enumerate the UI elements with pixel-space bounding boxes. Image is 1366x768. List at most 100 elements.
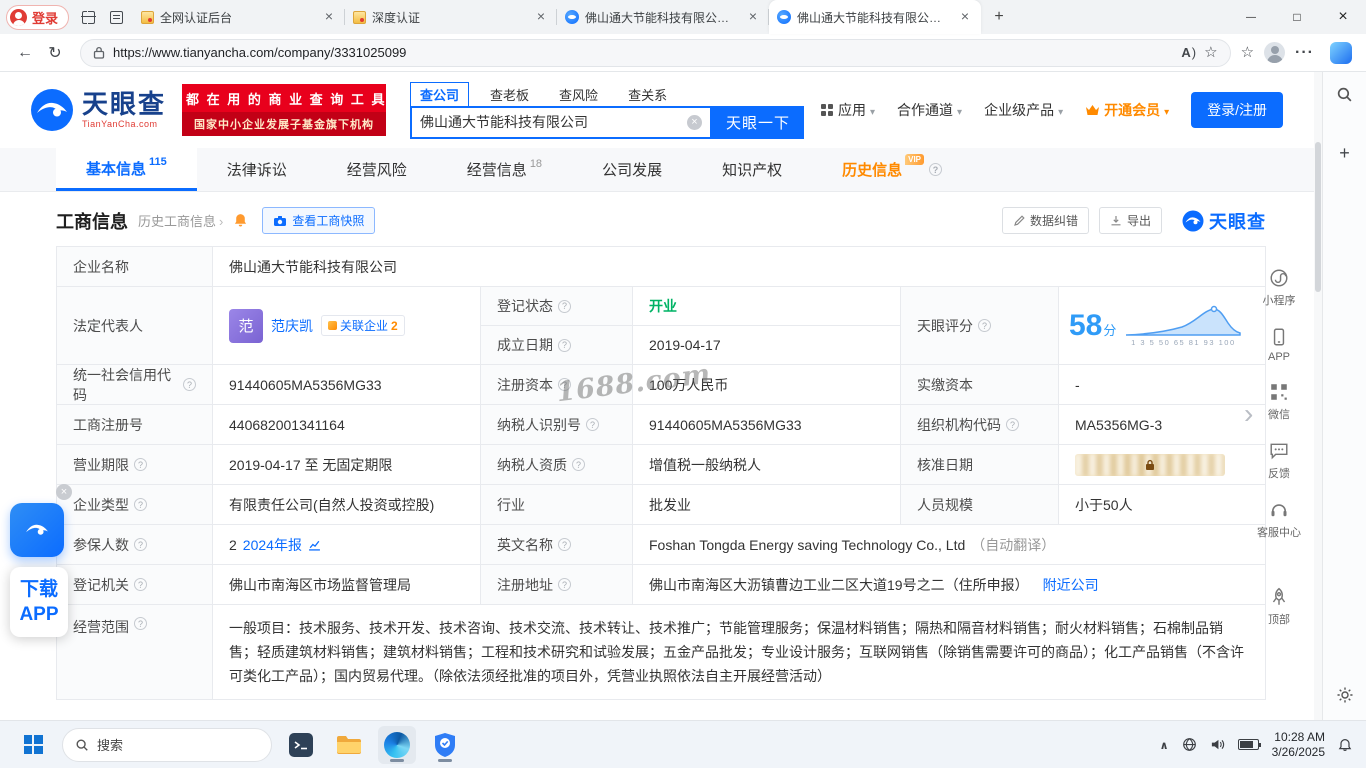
- browser-tab-1[interactable]: 全网认证后台: [133, 0, 346, 34]
- close-button[interactable]: [1320, 0, 1366, 34]
- new-tab-button[interactable]: [985, 3, 1013, 31]
- page-scrollbar[interactable]: [1314, 72, 1322, 720]
- back-button[interactable]: [10, 38, 40, 68]
- search-tab-relation[interactable]: 查关系: [619, 83, 676, 106]
- taskbar-app-edge[interactable]: [378, 725, 416, 764]
- help-icon[interactable]: [134, 617, 147, 630]
- help-icon[interactable]: [134, 498, 147, 511]
- data-correction-button[interactable]: 数据纠错: [1001, 207, 1089, 234]
- help-icon[interactable]: [558, 578, 571, 591]
- app-download-button[interactable]: APP: [1268, 327, 1290, 363]
- reload-button[interactable]: [40, 38, 70, 68]
- tab-actions-icon[interactable]: [103, 4, 129, 30]
- help-icon[interactable]: [1006, 418, 1019, 431]
- sidebar-settings-gear-icon[interactable]: [1336, 686, 1354, 704]
- tab-legal[interactable]: 法律诉讼: [197, 148, 317, 191]
- favorites-menu-icon[interactable]: [1241, 43, 1254, 62]
- network-globe-icon[interactable]: [1182, 737, 1197, 752]
- legal-rep-avatar[interactable]: 范: [229, 308, 263, 343]
- read-aloud-icon[interactable]: [1181, 45, 1196, 60]
- help-icon[interactable]: [183, 378, 196, 391]
- legal-rep-name-link[interactable]: 范庆凯: [271, 316, 313, 336]
- scrollbar-thumb[interactable]: [1315, 142, 1321, 292]
- volume-icon[interactable]: [1210, 737, 1225, 752]
- tab-close-icon[interactable]: [957, 9, 973, 25]
- history-biz-link[interactable]: 历史工商信息: [138, 211, 223, 230]
- tab-operation[interactable]: 经营信息 18: [437, 148, 572, 191]
- hidden-icons-chevron[interactable]: [1160, 736, 1169, 754]
- taskbar-app-file-explorer[interactable]: [330, 726, 368, 764]
- taskbar-search[interactable]: 搜索: [62, 727, 272, 762]
- help-icon[interactable]: [558, 538, 571, 551]
- tab-ip[interactable]: 知识产权: [692, 148, 812, 191]
- wechat-qr-button[interactable]: 微信: [1268, 382, 1290, 422]
- trend-chart-icon[interactable]: [308, 538, 321, 551]
- search-button[interactable]: 天眼一下: [712, 105, 805, 139]
- help-icon[interactable]: [558, 338, 571, 352]
- search-tab-risk[interactable]: 查风险: [550, 83, 607, 106]
- nav-apps[interactable]: 应用: [820, 100, 875, 120]
- taskbar-app-terminal[interactable]: [282, 726, 320, 764]
- table-next-chevron-icon[interactable]: [1244, 398, 1253, 430]
- favorite-star-icon[interactable]: [1204, 43, 1217, 62]
- maximize-button[interactable]: [1274, 0, 1320, 34]
- help-icon[interactable]: [558, 378, 571, 391]
- browser-tab-2[interactable]: 深度认证: [345, 0, 558, 34]
- tianyancha-logo[interactable]: 天眼查 TianYanCha.com: [30, 88, 166, 132]
- site-login-button[interactable]: 登录/注册: [1191, 92, 1284, 128]
- browser-tab-4-active[interactable]: 佛山通大节能科技有限公司 - 天眼: [769, 0, 982, 34]
- nav-vip[interactable]: 开通会员: [1085, 100, 1169, 120]
- sidebar-add-icon[interactable]: [1339, 143, 1350, 164]
- notification-bell-icon[interactable]: [1338, 738, 1352, 752]
- back-to-top-button[interactable]: 顶部: [1268, 587, 1290, 627]
- mini-program-button[interactable]: 小程序: [1263, 268, 1296, 308]
- copilot-icon[interactable]: [1330, 41, 1352, 64]
- tab-close-icon[interactable]: [745, 9, 761, 25]
- nav-enterprise[interactable]: 企业级产品: [984, 100, 1063, 120]
- help-icon[interactable]: [929, 163, 943, 176]
- taskbar-clock[interactable]: 10:28 AM 3/26/2025: [1272, 730, 1325, 760]
- clear-search-icon[interactable]: [687, 114, 703, 130]
- tab-basic-info[interactable]: 基本信息 115: [56, 148, 197, 191]
- close-widget-icon[interactable]: [56, 484, 72, 500]
- taskbar-app-security[interactable]: [426, 726, 464, 764]
- tab-close-icon[interactable]: [533, 9, 549, 25]
- value-tyc-score[interactable]: 58分 1 3 5 50 65 81 93 100: [1059, 287, 1266, 365]
- help-icon[interactable]: [134, 538, 147, 551]
- tab-development[interactable]: 公司发展: [572, 148, 692, 191]
- minimize-button[interactable]: [1228, 0, 1274, 34]
- search-tab-company[interactable]: 查公司: [410, 81, 470, 106]
- profile-icon[interactable]: [1264, 42, 1286, 63]
- help-icon[interactable]: [134, 578, 147, 591]
- browser-login-button[interactable]: 登录: [6, 4, 70, 30]
- help-icon[interactable]: [586, 418, 599, 431]
- address-bar[interactable]: https://www.tianyancha.com/company/33310…: [80, 38, 1231, 67]
- battery-icon[interactable]: [1237, 739, 1262, 750]
- tab-history[interactable]: 历史信息 VIP: [812, 148, 972, 191]
- help-icon[interactable]: [558, 299, 571, 313]
- download-app-button[interactable]: 下载 APP: [10, 567, 68, 637]
- sidebar-search-icon[interactable]: [1336, 86, 1353, 103]
- feedback-button[interactable]: 反馈: [1268, 441, 1290, 481]
- tab-close-icon[interactable]: [321, 9, 337, 25]
- nav-cooperation[interactable]: 合作通道: [897, 100, 962, 120]
- annual-report-link[interactable]: 2024年报: [243, 535, 302, 555]
- export-button[interactable]: 导出: [1098, 207, 1162, 234]
- search-input[interactable]: [420, 114, 688, 130]
- workspaces-icon[interactable]: [75, 4, 101, 30]
- browser-tab-3[interactable]: 佛山通大节能科技有限公司_相关: [557, 0, 770, 34]
- browser-menu-icon[interactable]: [1295, 44, 1314, 62]
- help-icon[interactable]: [134, 458, 147, 471]
- search-tab-boss[interactable]: 查老板: [481, 83, 538, 106]
- nearby-companies-link[interactable]: 附近公司: [1043, 575, 1099, 595]
- locked-value[interactable]: [1075, 453, 1225, 476]
- tab-risk[interactable]: 经营风险: [317, 148, 437, 191]
- related-companies-pill[interactable]: 关联企业 2: [321, 315, 405, 336]
- bell-icon[interactable]: [233, 213, 248, 228]
- app-logo-button[interactable]: [10, 503, 64, 557]
- help-icon[interactable]: [978, 319, 991, 332]
- start-button[interactable]: [14, 726, 52, 764]
- help-icon[interactable]: [572, 458, 585, 471]
- snapshot-button[interactable]: 查看工商快照: [262, 207, 376, 234]
- customer-service-button[interactable]: 客服中心: [1257, 500, 1301, 540]
